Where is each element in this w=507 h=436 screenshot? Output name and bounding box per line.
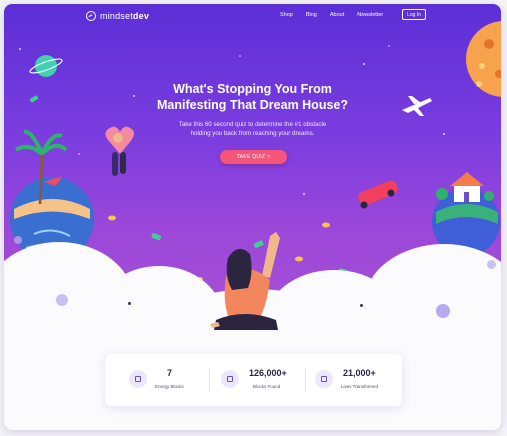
star — [19, 48, 21, 50]
stat-lives-transformed: 21,000+ Lives Transformed — [305, 354, 402, 406]
stat-energy-blocks: 7 Energy Blocks — [105, 354, 205, 406]
brand-name-light: mindset — [100, 11, 133, 21]
bill — [151, 232, 162, 241]
stat-blocks-found: 126,000+ Blocks Found — [209, 354, 305, 406]
external-link-icon: □ — [267, 154, 271, 160]
take-quiz-button[interactable]: TAKE QUIZ □ — [220, 150, 287, 164]
decor-dot — [487, 260, 496, 269]
hero-headline-line1: What's Stopping You From — [173, 82, 332, 96]
hero-subtext: Take this 60 second quiz to determine th… — [4, 120, 501, 138]
stat-label: Lives Transformed — [341, 384, 379, 389]
brand-logo-icon — [86, 11, 96, 21]
nav-link-blog[interactable]: Blog — [306, 12, 317, 18]
stat-label: Blocks Found — [253, 384, 281, 389]
stat-label: Energy Blocks — [155, 384, 184, 389]
star — [303, 193, 305, 195]
decor-dot — [436, 304, 450, 318]
star — [239, 55, 241, 57]
nav-link-about[interactable]: About — [330, 12, 344, 18]
planet-left — [29, 55, 63, 77]
brand-name-bold: dev — [132, 11, 150, 21]
hero-headline: What's Stopping You From Manifesting Tha… — [4, 81, 501, 113]
stats-card: 7 Energy Blocks 126,000+ Blocks Found 21… — [105, 354, 402, 406]
woman-illustration — [210, 232, 280, 330]
decor-dot — [14, 236, 22, 244]
nav-links: Shop Blog About Newsletter — [280, 12, 396, 18]
stat-value: 126,000+ — [249, 368, 287, 378]
hero-headline-line2: Manifesting That Dream House? — [157, 98, 348, 112]
energy-icon — [129, 370, 147, 388]
login-button[interactable]: Log In — [402, 9, 426, 20]
decor-dot — [128, 302, 131, 305]
star — [363, 63, 365, 65]
star — [388, 45, 390, 47]
decor-dot — [56, 294, 68, 306]
car-illustration — [358, 180, 398, 209]
nav-link-shop[interactable]: Shop — [280, 12, 293, 18]
hero-subtext-line2: holding you back from reaching your drea… — [190, 130, 315, 137]
coin — [108, 215, 116, 221]
hero-subtext-line1: Take this 60 second quiz to determine th… — [178, 121, 327, 128]
decor-dot — [360, 304, 363, 307]
stat-value: 21,000+ — [343, 368, 376, 378]
nav-link-newsletter[interactable]: Newsletter — [357, 12, 383, 18]
stat-value: 7 — [167, 368, 173, 378]
block-icon — [221, 370, 239, 388]
lives-icon — [315, 370, 333, 388]
star — [78, 153, 80, 155]
browser-frame: mindset dev Shop Blog About Newsletter Lo… — [4, 4, 501, 430]
take-quiz-label: TAKE QUIZ — [236, 154, 266, 160]
coin — [322, 222, 330, 228]
brand-logo[interactable]: mindset dev — [86, 10, 149, 22]
top-nav: mindset dev Shop Blog About Newsletter Lo… — [4, 4, 501, 28]
